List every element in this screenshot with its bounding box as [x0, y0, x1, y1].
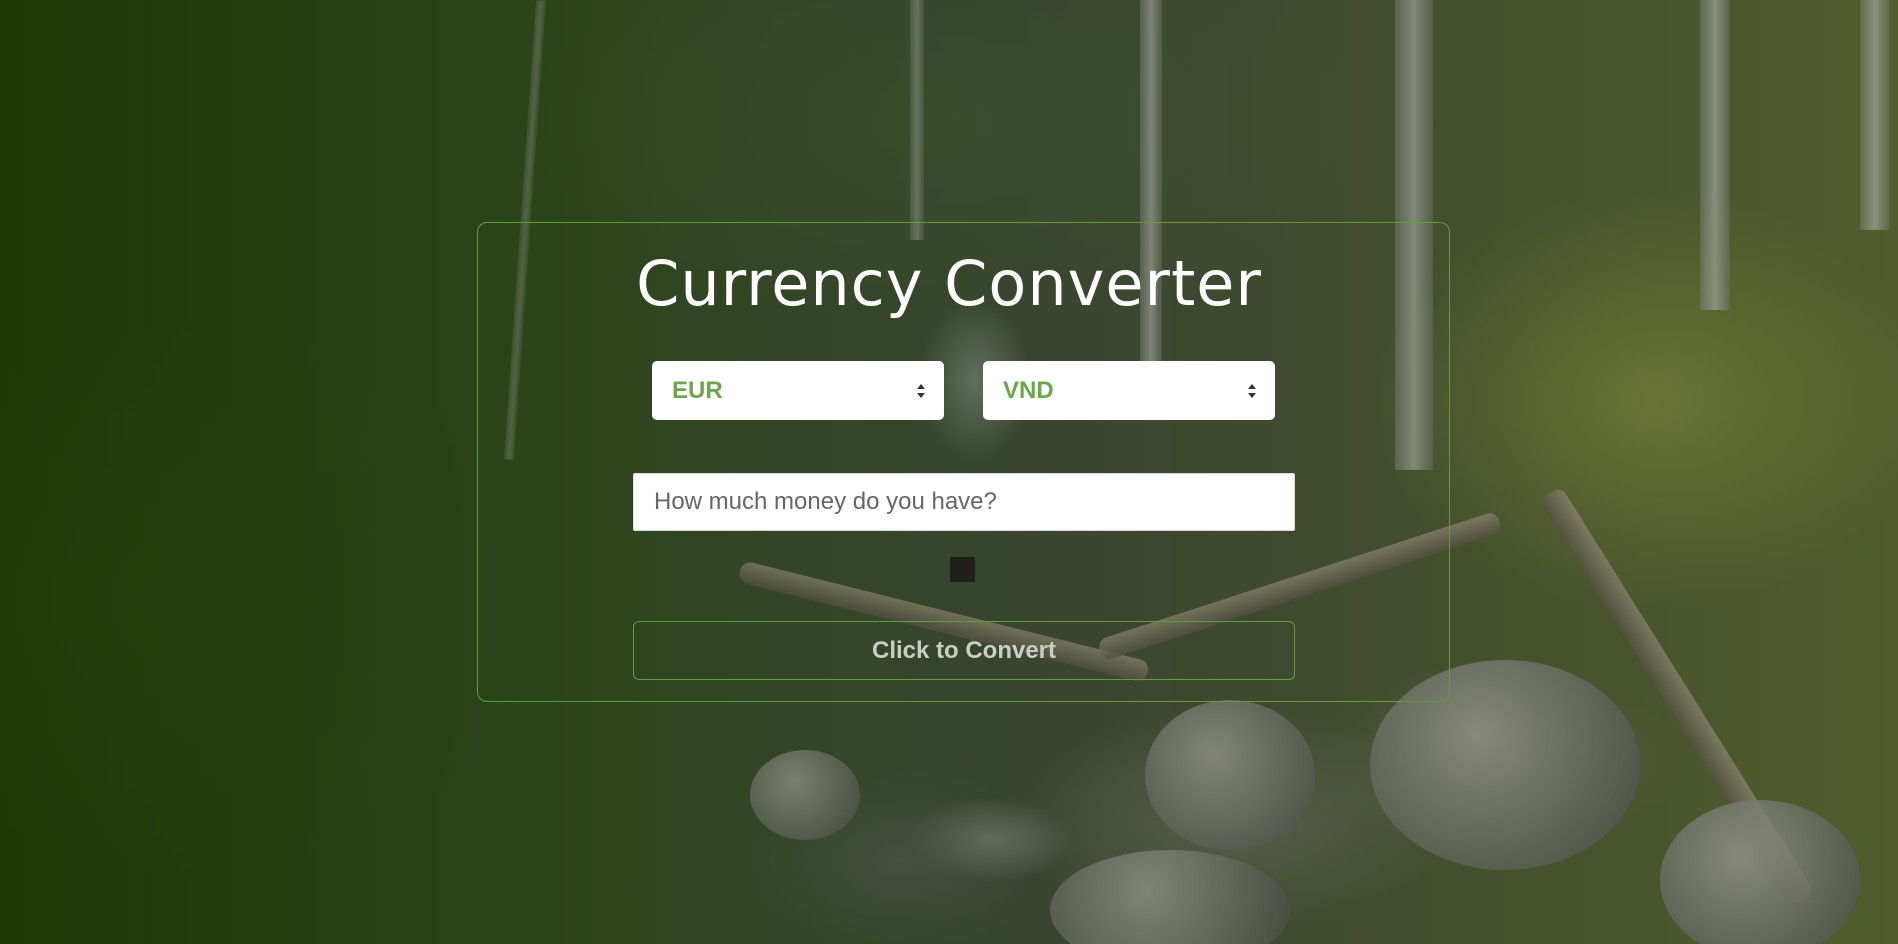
page-title: Currency Converter — [636, 247, 1262, 320]
from-currency-value: EUR — [672, 376, 723, 404]
amount-input[interactable] — [633, 473, 1295, 531]
to-currency-value: VND — [1003, 376, 1054, 404]
sort-arrows-icon — [1248, 383, 1256, 398]
from-currency-select[interactable]: EUR — [652, 361, 944, 420]
convert-button[interactable]: Click to Convert — [633, 621, 1295, 680]
result-display — [950, 557, 975, 582]
to-currency-select[interactable]: VND — [983, 361, 1275, 420]
sort-arrows-icon — [917, 383, 925, 398]
